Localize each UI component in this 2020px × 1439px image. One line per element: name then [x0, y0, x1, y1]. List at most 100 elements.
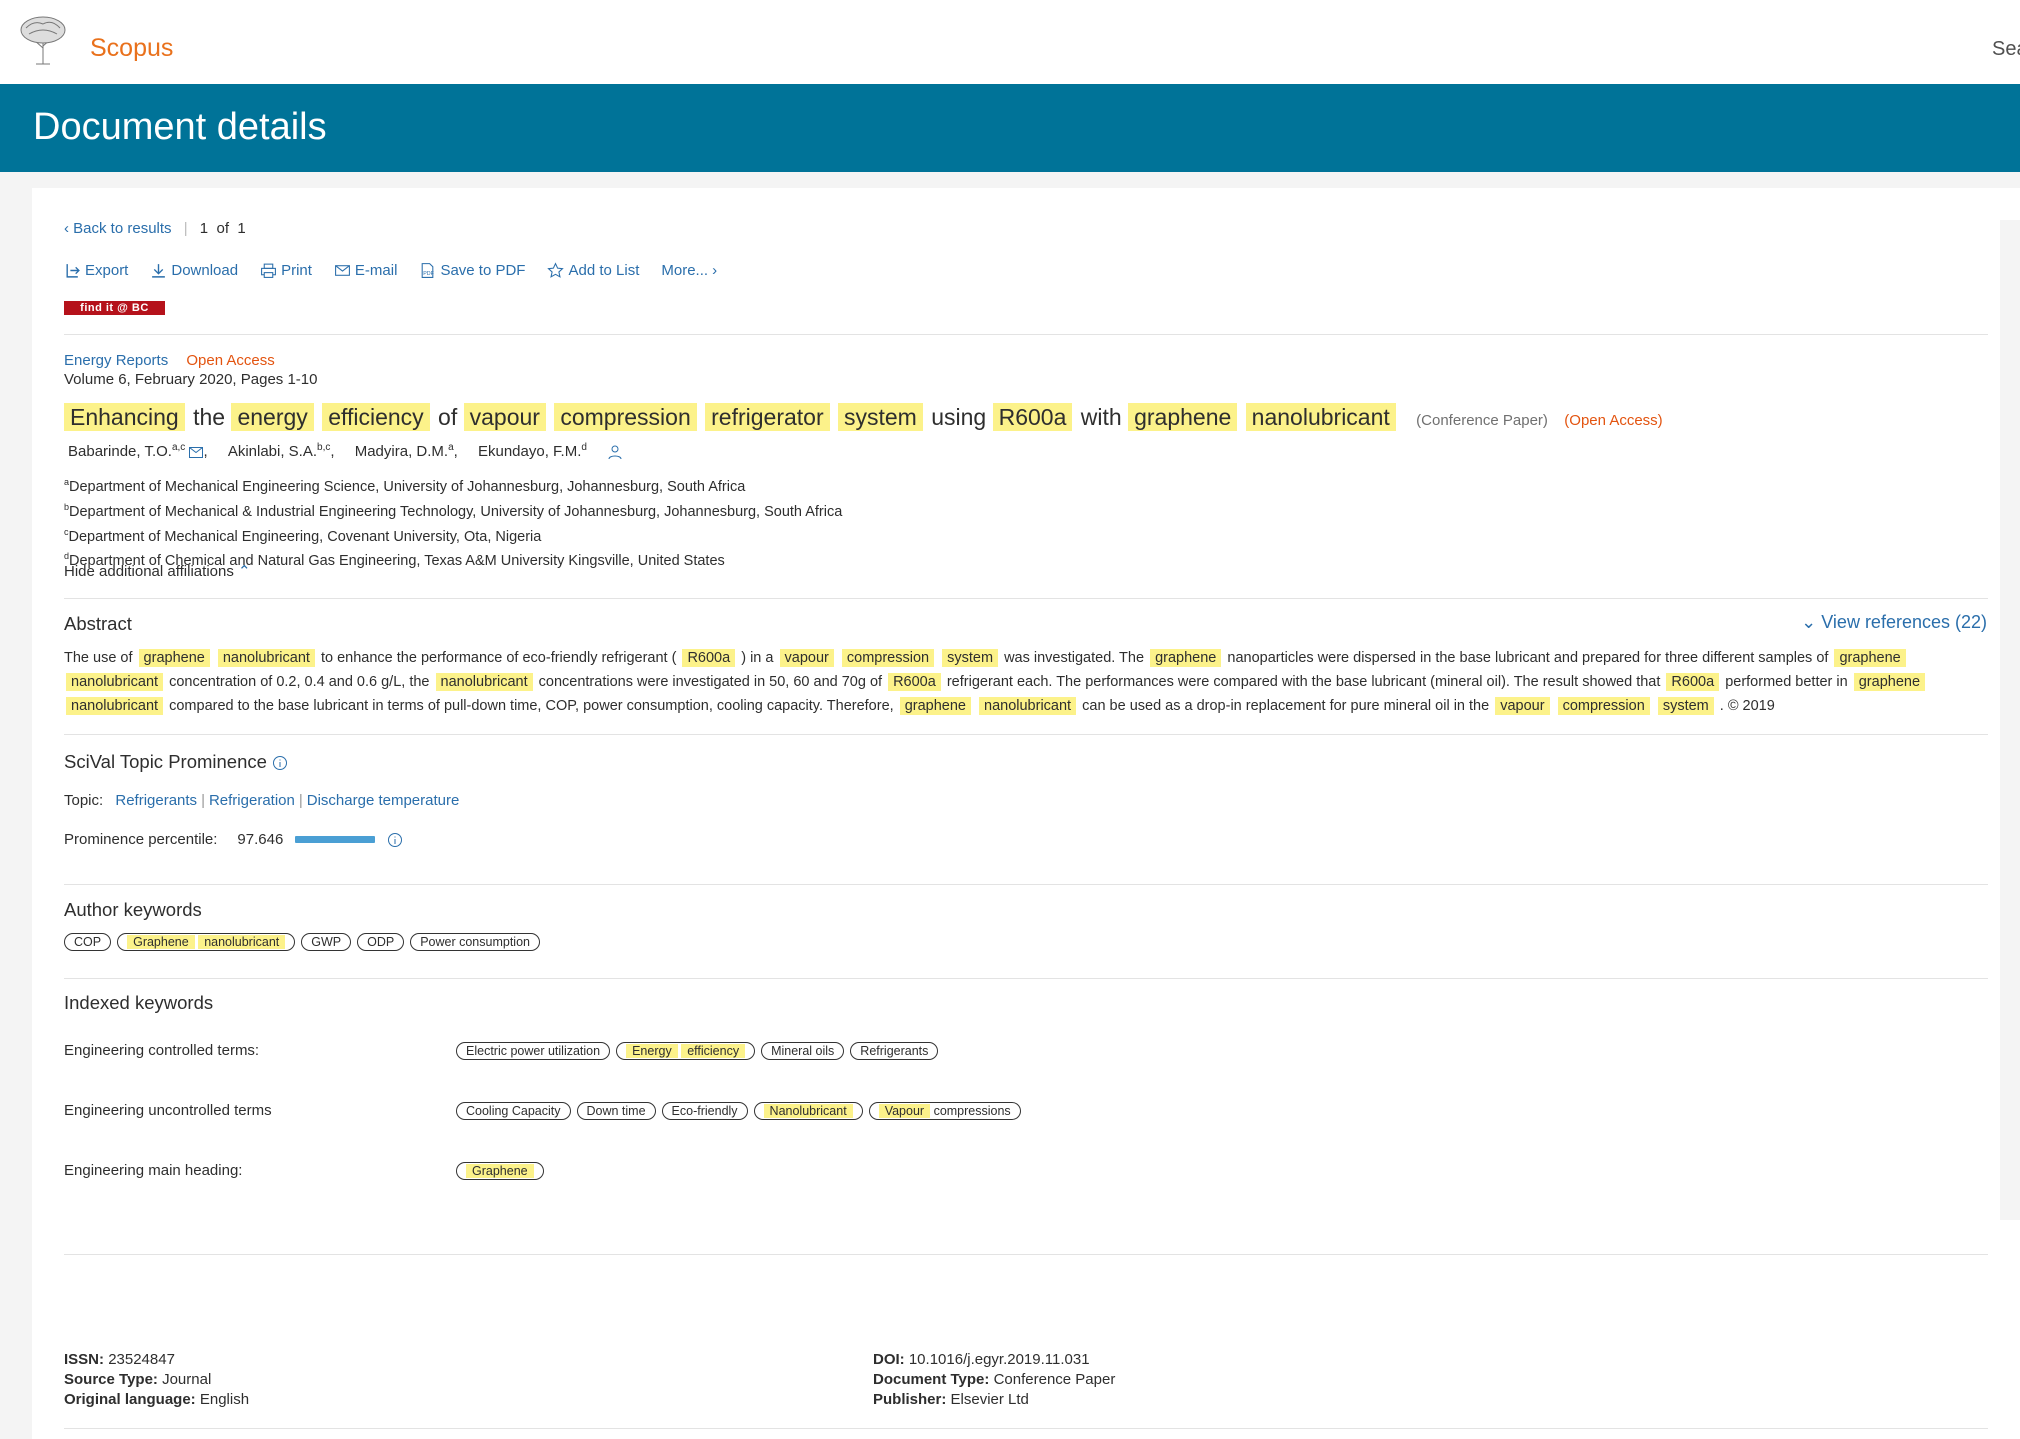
source-title-link[interactable]: Energy Reports [64, 352, 168, 369]
find-it-bc-button[interactable]: find it @ BC [64, 301, 165, 315]
chevron-right-icon: › [712, 262, 718, 279]
keyword-pill[interactable]: Vapour compressions [868, 1102, 1021, 1120]
title-highlight-term: compression [554, 403, 697, 431]
keyword-text: Refrigerants [860, 1044, 929, 1058]
keyword-pill[interactable]: Graphene nanolubricant [117, 933, 296, 951]
action-toolbar: Export Download Print E-mail PDF Save to… [64, 262, 717, 279]
view-references-link[interactable]: ⌄ View references (22) [1801, 612, 1987, 633]
download-icon [152, 264, 166, 278]
abstract-text-segment: can be used as a drop-in replacement for… [1082, 698, 1490, 714]
keyword-pill[interactable]: Cooling Capacity [456, 1102, 571, 1120]
title-word: using [931, 404, 987, 430]
download-button[interactable]: Download [150, 262, 238, 279]
scival-heading: SciVal Topic Prominence [64, 751, 288, 773]
abstract-highlight-term: system [942, 649, 999, 667]
keyword-pill[interactable]: Refrigerants [850, 1042, 939, 1060]
source-type-row: Source Type: Journal [64, 1371, 212, 1388]
keyword-text: Nanolubricant [763, 1104, 853, 1118]
results-nav: ‹ Back to results | 1 of 1 [64, 220, 246, 237]
print-button[interactable]: Print [260, 262, 312, 279]
keyword-text: nanolubricant [198, 935, 286, 949]
keyword-pill[interactable]: Graphene [456, 1162, 544, 1180]
document-type-row: Document Type: Conference Paper [873, 1371, 1116, 1388]
print-icon [261, 263, 277, 278]
title-highlight-term: efficiency [322, 403, 430, 431]
email-label: E-mail [354, 262, 398, 279]
document-type-tag: (Conference Paper) [1416, 412, 1548, 429]
divider [64, 598, 1988, 599]
chevron-left-icon: ‹ [64, 220, 69, 237]
keyword-text: Electric power utilization [466, 1044, 601, 1058]
top-bar: Scopus Search [0, 0, 2020, 84]
hide-affiliations-label: Hide additional affiliations [64, 563, 234, 580]
doi-row: DOI: 10.1016/j.egyr.2019.11.031 [873, 1351, 1090, 1368]
keyword-pill[interactable]: Electric power utilization [456, 1042, 611, 1060]
keyword-pill[interactable]: ODP [357, 933, 405, 951]
scopus-brand[interactable]: Scopus [90, 34, 173, 63]
title-highlight-term: R600a [992, 403, 1073, 431]
abstract-highlight-term: nanolubricant [66, 697, 164, 715]
main-heading-label: Engineering main heading: [64, 1162, 243, 1179]
chevron-up-icon: ⌃ [238, 563, 251, 580]
abstract-heading: Abstract [64, 613, 132, 634]
title-highlight-term: vapour [463, 403, 546, 431]
info-icon[interactable] [272, 755, 288, 771]
topic-link[interactable]: Refrigerants [115, 792, 197, 809]
back-to-results-link[interactable]: ‹ Back to results [64, 220, 176, 237]
info-icon[interactable] [387, 832, 403, 848]
topic-link[interactable]: Refrigeration [209, 792, 295, 809]
more-button[interactable]: More... › [661, 262, 717, 279]
abstract-text-segment: ) in a [741, 650, 774, 666]
open-access-tag: (Open Access) [1564, 412, 1663, 429]
keyword-text: efficiency [681, 1044, 746, 1058]
hide-affiliations-toggle[interactable]: Hide additional affiliations ⌃ [64, 562, 251, 580]
elsevier-tree-logo[interactable] [14, 14, 72, 66]
author-link[interactable]: Madyira, D.M.a, [355, 442, 458, 460]
author-link[interactable]: Ekundayo, F.M.d [478, 442, 587, 460]
content-card [32, 188, 2020, 1439]
controlled-terms-label: Engineering controlled terms: [64, 1042, 260, 1059]
download-label: Download [171, 262, 239, 279]
title-highlight-term: nanolubricant [1245, 403, 1396, 431]
prominence-label: Prominence percentile: [64, 831, 218, 848]
abstract-highlight-term: system [1657, 697, 1714, 715]
source-line: Energy Reports Open Access [64, 352, 275, 369]
abstract-text-segment: compared to the base lubricant in terms … [169, 698, 894, 714]
search-link[interactable]: Search [1992, 38, 2020, 61]
title-word: with [1080, 404, 1122, 430]
keyword-pill[interactable]: GWP [301, 933, 352, 951]
title-text: Enhancing the energy efficiency of vapou… [64, 403, 1404, 431]
title-highlight-term: Enhancing [64, 403, 185, 431]
save-to-pdf-label: Save to PDF [440, 262, 526, 279]
person-icon[interactable] [607, 444, 623, 460]
keyword-text: Mineral oils [771, 1044, 835, 1058]
add-to-list-button[interactable]: Add to List [547, 262, 639, 279]
abstract-text-segment: The use of [64, 650, 133, 666]
abstract-highlight-term: R600a [888, 673, 941, 691]
email-icon[interactable] [189, 446, 204, 458]
author-keywords-heading: Author keywords [64, 899, 202, 920]
divider [64, 334, 1988, 335]
keyword-pill[interactable]: Down time [576, 1102, 656, 1120]
page-banner: Document details [0, 84, 2020, 172]
keyword-pill[interactable]: COP [64, 933, 112, 951]
author-link[interactable]: Akinlabi, S.A.b,c, [228, 442, 335, 460]
keyword-pill[interactable]: Nanolubricant [753, 1102, 863, 1120]
language-row: Original language: English [64, 1391, 250, 1408]
star-icon [547, 262, 565, 278]
page-title: Document details [33, 106, 327, 148]
title-word: of [438, 404, 458, 430]
save-to-pdf-button[interactable]: PDF Save to PDF [419, 262, 525, 279]
keyword-pill[interactable]: Eco-friendly [661, 1102, 748, 1120]
keyword-text: Energy [626, 1044, 678, 1058]
keyword-pill[interactable]: Mineral oils [761, 1042, 845, 1060]
keyword-pill[interactable]: Power consumption [410, 933, 540, 951]
export-icon [66, 264, 80, 278]
controlled-terms-list: Electric power utilization Energy efficie… [456, 1042, 939, 1060]
topic-link[interactable]: Discharge temperature [307, 792, 460, 809]
keyword-pill[interactable]: Energy efficiency [616, 1042, 756, 1060]
email-icon [334, 265, 350, 276]
author-link[interactable]: Babarinde, T.O.a,c , [68, 442, 212, 460]
email-button[interactable]: E-mail [334, 262, 398, 279]
export-button[interactable]: Export [64, 262, 128, 279]
